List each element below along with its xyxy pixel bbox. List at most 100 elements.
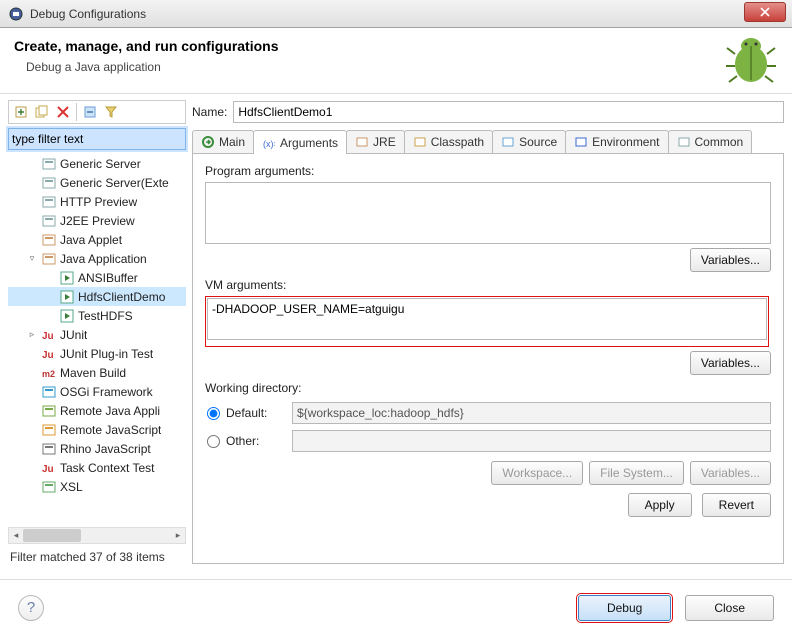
java-run-icon [59, 270, 75, 286]
maven-icon: m2 [41, 365, 57, 381]
tree-item-http-preview[interactable]: HTTP Preview [8, 192, 186, 211]
window-title: Debug Configurations [30, 7, 146, 21]
window-titlebar: Debug Configurations [0, 0, 792, 28]
jre-icon [355, 135, 369, 149]
cp-icon [413, 135, 427, 149]
working-dir-label: Working directory: [205, 381, 771, 395]
vm-args-label: VM arguments: [205, 278, 771, 292]
tree-item-j2ee-preview[interactable]: J2EE Preview [8, 211, 186, 230]
tree-item-rhino-javascript[interactable]: Rhino JavaScript [8, 439, 186, 458]
tree-item-java-application[interactable]: ▿Java Application [8, 249, 186, 268]
duplicate-config-button[interactable] [32, 102, 52, 122]
tab-main[interactable]: Main [192, 130, 254, 153]
left-panel: Generic ServerGeneric Server(ExteHTTP Pr… [8, 100, 186, 564]
tab-arguments[interactable]: (x)=Arguments [253, 130, 347, 154]
remote-js-icon [41, 422, 57, 438]
main-icon [201, 135, 215, 149]
src-icon [501, 135, 515, 149]
java-run-icon [59, 308, 75, 324]
tree-item-generic-server-exte[interactable]: Generic Server(Exte [8, 173, 186, 192]
tab-source[interactable]: Source [492, 130, 566, 153]
tree-item-junit-plug-in-test[interactable]: JuJUnit Plug-in Test [8, 344, 186, 363]
wd-other-label: Other: [226, 434, 292, 448]
svg-text:Ju: Ju [42, 464, 54, 475]
tree-item-xsl[interactable]: XSL [8, 477, 186, 496]
name-input[interactable] [233, 101, 784, 123]
name-label: Name: [192, 105, 227, 119]
wd-filesystem-button[interactable]: File System... [589, 461, 684, 485]
tree-item-junit[interactable]: ▹JuJUnit [8, 325, 186, 344]
tab-environment[interactable]: Environment [565, 130, 668, 153]
tree-item-java-applet[interactable]: Java Applet [8, 230, 186, 249]
vm-args-textarea[interactable]: -DHADOOP_USER_NAME=atguigu [207, 298, 767, 340]
tree-item-remote-javascript[interactable]: Remote JavaScript [8, 420, 186, 439]
wd-default-label: Default: [226, 406, 292, 420]
filter-input[interactable] [8, 128, 186, 150]
collapse-all-button[interactable] [80, 102, 100, 122]
tab-folder: Main(x)=ArgumentsJREClasspathSourceEnvir… [192, 130, 784, 154]
apply-button[interactable]: Apply [628, 493, 692, 517]
wd-default-radio[interactable] [207, 407, 220, 420]
server-icon [41, 194, 57, 210]
program-args-label: Program arguments: [205, 164, 771, 178]
tree-item-hdfsclientdemo[interactable]: HdfsClientDemo [8, 287, 186, 306]
java-icon [41, 251, 57, 267]
wd-other-input[interactable] [292, 430, 771, 452]
svg-text:Ju: Ju [42, 331, 54, 342]
env-icon [574, 135, 588, 149]
tree-item-remote-java-appli[interactable]: Remote Java Appli [8, 401, 186, 420]
osgi-icon [41, 384, 57, 400]
junit-plug-icon: Ju [41, 346, 57, 362]
app-icon [8, 6, 24, 22]
junit-icon: Ju [41, 327, 57, 343]
java-run-icon [59, 289, 75, 305]
server-icon [41, 213, 57, 229]
header-title: Create, manage, and run configurations [14, 38, 778, 54]
tab-jre[interactable]: JRE [346, 130, 405, 153]
vm-args-highlight-box: -DHADOOP_USER_NAME=atguigu [205, 296, 769, 347]
close-button[interactable]: Close [685, 595, 774, 621]
svg-text:m2: m2 [42, 369, 55, 379]
server-icon [41, 175, 57, 191]
vm-args-variables-button[interactable]: Variables... [690, 351, 771, 375]
applet-icon [41, 232, 57, 248]
bug-icon [724, 32, 778, 86]
tree-item-task-context-test[interactable]: JuTask Context Test [8, 458, 186, 477]
program-args-variables-button[interactable]: Variables... [690, 248, 771, 272]
remote-icon [41, 403, 57, 419]
xsl-icon [41, 479, 57, 495]
server-icon [41, 156, 57, 172]
tab-common[interactable]: Common [668, 130, 753, 153]
args-icon: (x)= [262, 136, 276, 150]
svg-text:(x)=: (x)= [263, 139, 275, 149]
tree-item-ansibuffer[interactable]: ANSIBuffer [8, 268, 186, 287]
program-args-textarea[interactable] [205, 182, 771, 244]
debug-button[interactable]: Debug [578, 595, 671, 621]
wd-variables-button[interactable]: Variables... [690, 461, 771, 485]
rhino-icon [41, 441, 57, 457]
tree-item-osgi-framework[interactable]: OSGi Framework [8, 382, 186, 401]
common-icon [677, 135, 691, 149]
tree-hscrollbar[interactable]: ◂ ▸ [8, 527, 186, 544]
task-icon: Ju [41, 460, 57, 476]
window-close-button[interactable] [744, 2, 786, 22]
wd-other-radio[interactable] [207, 435, 220, 448]
filter-status: Filter matched 37 of 38 items [8, 544, 186, 564]
tree-item-testhdfs[interactable]: TestHDFS [8, 306, 186, 325]
tree-item-maven-build[interactable]: m2Maven Build [8, 363, 186, 382]
new-config-button[interactable] [11, 102, 31, 122]
filter-button[interactable] [101, 102, 121, 122]
right-panel: Name: Main(x)=ArgumentsJREClasspathSourc… [192, 100, 784, 564]
tree-item-generic-server[interactable]: Generic Server [8, 154, 186, 173]
help-button[interactable]: ? [18, 595, 44, 621]
arguments-tab-body: Program arguments: Variables... VM argum… [192, 154, 784, 564]
header-subtitle: Debug a Java application [26, 60, 778, 74]
delete-config-button[interactable] [53, 102, 73, 122]
config-tree[interactable]: Generic ServerGeneric Server(ExteHTTP Pr… [8, 154, 186, 525]
revert-button[interactable]: Revert [702, 493, 771, 517]
config-toolbar [8, 100, 186, 124]
wd-default-input [292, 402, 771, 424]
wd-workspace-button[interactable]: Workspace... [491, 461, 583, 485]
svg-text:Ju: Ju [42, 350, 54, 361]
tab-classpath[interactable]: Classpath [404, 130, 493, 153]
